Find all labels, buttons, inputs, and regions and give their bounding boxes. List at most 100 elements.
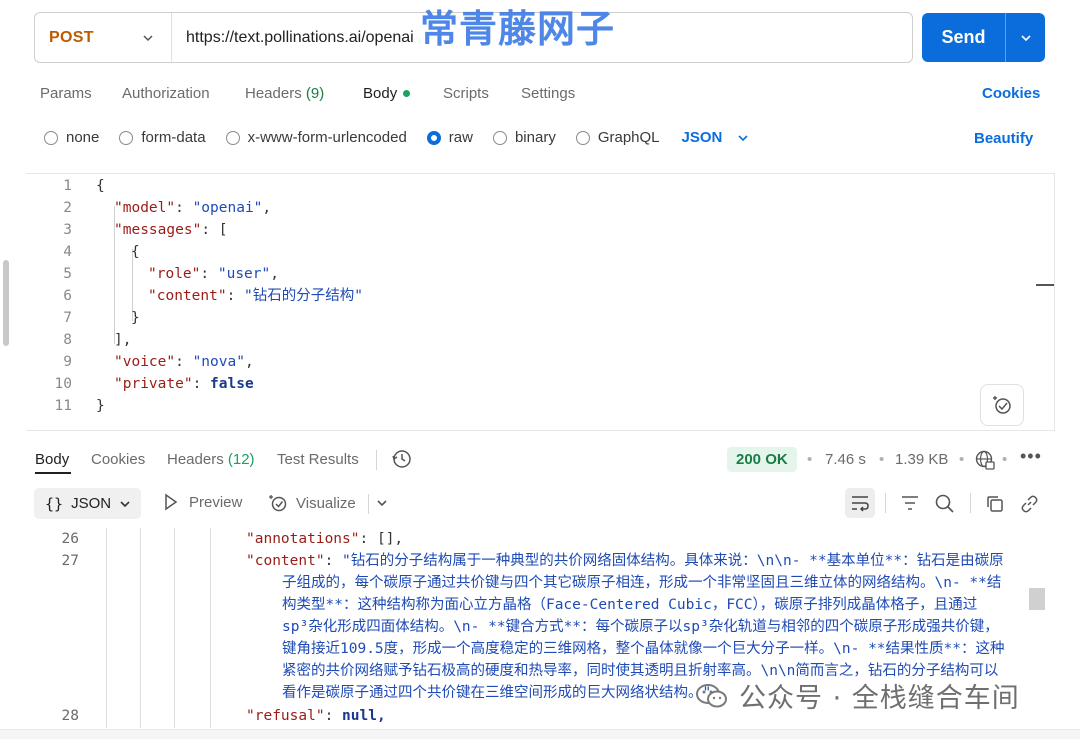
response-tab-headers[interactable]: Headers (12) (167, 451, 255, 468)
copy-icon[interactable] (985, 494, 1005, 514)
send-button[interactable]: Send (922, 13, 1045, 62)
meta-separator: • (959, 451, 965, 468)
radio-graphql[interactable]: GraphQL (575, 129, 660, 146)
response-tab-body[interactable]: Body (35, 451, 69, 468)
filter-icon[interactable] (900, 494, 920, 512)
cookies-link[interactable]: Cookies (982, 85, 1040, 102)
radio-binary[interactable]: binary (492, 129, 556, 146)
send-options-button[interactable] (1006, 31, 1045, 45)
radio-urlencoded[interactable]: x-www-form-urlencoded (225, 129, 407, 146)
json-string: "nova" (192, 354, 245, 370)
radio-circle (492, 130, 507, 145)
code-open-brace: { (96, 178, 105, 194)
json-string-wrap: 子组成的，每个碳原子通过共价键与四个其它碳原子相连，形成一个非常坚固且三维立体的… (282, 575, 1002, 591)
json-string: "openai" (192, 200, 263, 216)
radio-circle (225, 130, 240, 145)
indent-guide (106, 528, 107, 728)
response-size[interactable]: 1.39 KB (895, 451, 948, 468)
method-select[interactable]: POST (35, 13, 172, 62)
json-key: "refusal" (246, 708, 325, 724)
active-tab-underline (35, 472, 71, 474)
divider (376, 450, 377, 470)
line-number: 11 (54, 398, 72, 414)
visualize-button[interactable]: Visualize (268, 493, 356, 513)
line-number: 5 (63, 266, 72, 282)
meta-separator: • (1002, 451, 1008, 468)
json-string-wrap: 键角接近109.5度，形成一个高度稳定的三维网格，整个晶体就像一个巨大分子一样。… (282, 641, 1005, 657)
tab-authorization[interactable]: Authorization (122, 85, 210, 102)
radio-circle (575, 130, 590, 145)
response-format-label: JSON (71, 495, 112, 512)
status-bar (0, 729, 1080, 739)
divider (970, 493, 971, 513)
braces-icon: {} (45, 494, 64, 513)
tab-settings[interactable]: Settings (521, 85, 575, 102)
json-boolean: false (210, 376, 254, 392)
line-number: 6 (63, 288, 72, 304)
more-options-icon[interactable]: ••• (1020, 446, 1042, 467)
preview-button[interactable]: Preview (163, 493, 242, 511)
radio-raw[interactable]: raw (426, 129, 473, 146)
request-body-editor[interactable]: 1{ 2 "model": "openai", 3 "messages": [ 4{… (26, 173, 1055, 431)
wrap-lines-button[interactable] (845, 488, 875, 518)
radio-form-data[interactable]: form-data (119, 129, 206, 146)
line-number: 28 (61, 708, 79, 724)
meta-separator: • (879, 451, 885, 468)
magic-icon (993, 396, 1011, 414)
response-tab-test-results[interactable]: Test Results (277, 451, 359, 468)
page-scrollbar[interactable] (3, 260, 9, 346)
tab-headers-count: (9) (305, 85, 325, 102)
indent-guide (210, 528, 211, 728)
chevron-down-icon[interactable] (375, 496, 389, 510)
line-number: 1 (63, 178, 72, 194)
line-number: 9 (63, 354, 72, 370)
method-label: POST (49, 28, 94, 46)
beautify-button[interactable]: Beautify (974, 130, 1033, 147)
json-key: "model" (114, 200, 176, 216)
json-string-wrap: sp³杂化形成四面体结构。\n- **键合方式**：每个碳原子以sp³杂化轨道与… (282, 619, 999, 635)
tab-body[interactable]: Body (363, 85, 411, 102)
response-tab-cookies[interactable]: Cookies (91, 451, 145, 468)
json-key: "voice" (114, 354, 176, 370)
watermark-bottom: 公众号 · 全栈缝合车间 (695, 676, 1020, 715)
line-number: 3 (63, 222, 72, 238)
json-string-wrap: 看作是碳原子通过四个共价键在三维空间形成的巨大网络状结构。" (282, 685, 712, 701)
radio-circle-selected (426, 130, 441, 145)
network-globe-icon[interactable] (974, 449, 996, 471)
response-headers-count: (12) (227, 451, 255, 468)
json-key: "content" (148, 288, 227, 304)
link-icon[interactable] (1019, 494, 1040, 514)
divider (885, 493, 886, 513)
tab-scripts[interactable]: Scripts (443, 85, 489, 102)
play-icon (165, 493, 178, 511)
response-scrollbar-thumb[interactable] (1029, 588, 1045, 610)
line-number: 26 (61, 531, 79, 547)
ai-assist-button[interactable] (980, 384, 1024, 426)
json-value: [], (376, 531, 404, 547)
divider (368, 494, 369, 514)
raw-format-select[interactable]: JSON (682, 129, 751, 146)
response-time[interactable]: 7.46 s (825, 451, 866, 468)
json-key: "role" (148, 266, 201, 282)
radio-none[interactable]: none (44, 129, 99, 146)
body-type-row: none form-data x-www-form-urlencoded raw… (44, 129, 750, 146)
wechat-icon (696, 683, 727, 707)
search-icon[interactable] (934, 493, 955, 514)
meta-separator: • (807, 451, 813, 468)
response-format-select[interactable]: {} JSON (34, 488, 141, 519)
radio-graphql-label: GraphQL (597, 129, 660, 146)
url-input[interactable]: https://text.pollinations.ai/openai (172, 29, 422, 47)
tab-params[interactable]: Params (40, 85, 92, 102)
tab-headers[interactable]: Headers (9) (245, 85, 324, 102)
chevron-down-icon (120, 500, 130, 507)
line-number: 2 (63, 200, 72, 216)
json-string: "钻石的分子结构" (244, 288, 364, 304)
history-icon[interactable] (391, 448, 413, 470)
chevron-down-icon (1020, 34, 1031, 41)
line-number: 10 (54, 376, 72, 392)
visualize-icon (269, 495, 287, 512)
line-number: 27 (61, 553, 79, 569)
status-badge[interactable]: 200 OK (727, 447, 797, 472)
tab-body-label: Body (363, 85, 398, 102)
editor-scroll-marker[interactable] (1036, 284, 1054, 286)
